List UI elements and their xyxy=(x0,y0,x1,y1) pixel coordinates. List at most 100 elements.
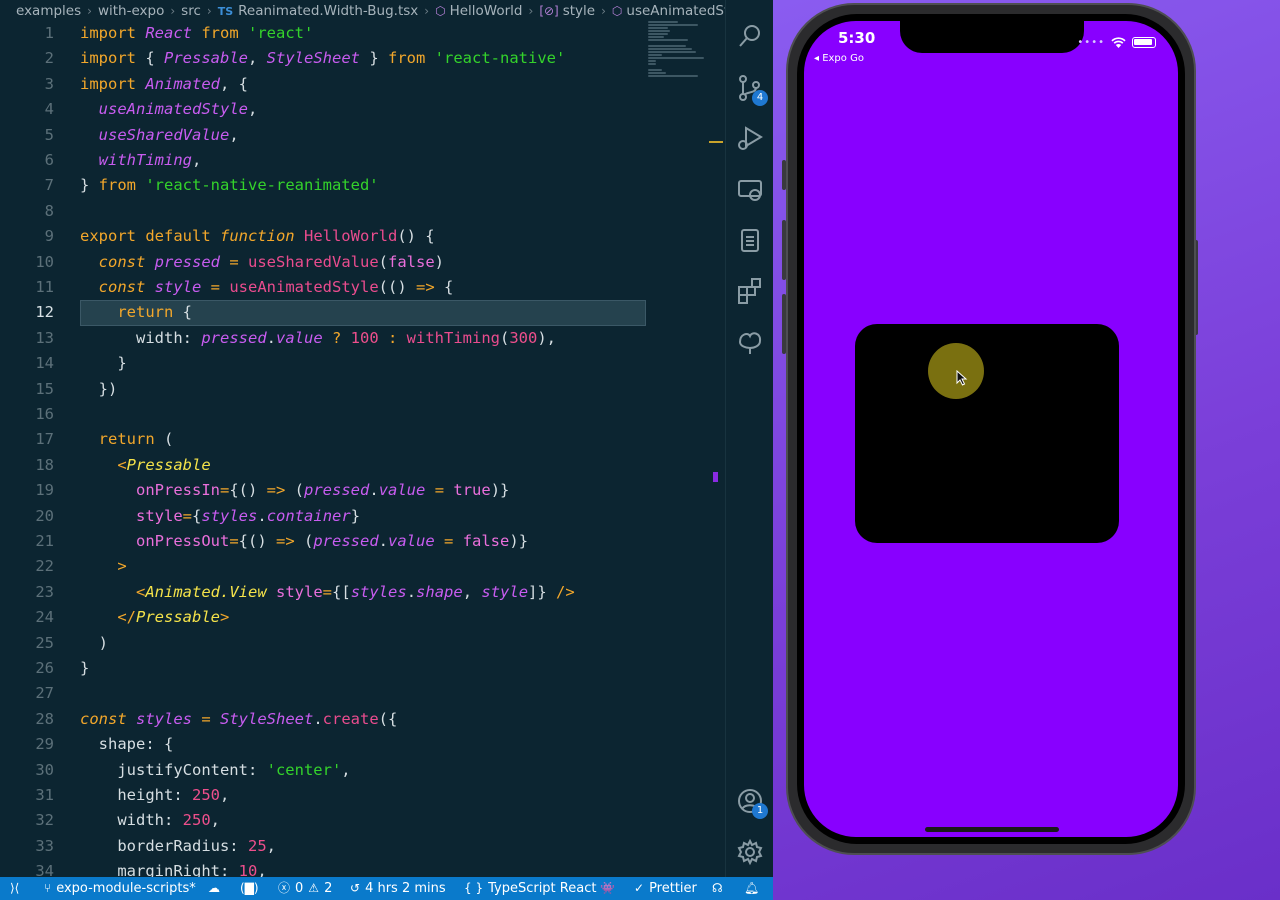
code-token: React xyxy=(145,24,202,42)
copilot-button[interactable]: 👾 xyxy=(600,877,615,900)
home-indicator[interactable] xyxy=(925,827,1059,832)
code-line[interactable]: 16 xyxy=(0,402,705,427)
code-line[interactable]: 27 xyxy=(0,681,705,706)
code-token: const xyxy=(98,252,155,271)
code-area[interactable]: 1 import React from 'react' 2 import { Pres… xyxy=(0,21,705,877)
code-line[interactable]: 22 > xyxy=(0,554,705,579)
code-line[interactable]: 23 <Animated.View style={[styles.shape, … xyxy=(0,580,705,605)
typescript-file-icon: TS xyxy=(217,5,234,18)
line-number: 10 xyxy=(35,252,54,271)
code-token: { xyxy=(192,506,202,525)
clipboard-icon[interactable] xyxy=(736,226,764,254)
gear-icon[interactable] xyxy=(736,838,764,866)
code-line[interactable]: 12 return { xyxy=(0,300,705,326)
run-debug-icon[interactable] xyxy=(736,124,764,152)
code-token: true xyxy=(453,481,491,500)
code-line[interactable]: 8 xyxy=(0,199,705,224)
code-editor[interactable]: examples › with-expo › src › TS Reanimated.Widt… xyxy=(0,0,773,877)
time-tracker[interactable]: ↺ 4 hrs 2 mins xyxy=(350,877,446,900)
docker-icon[interactable] xyxy=(736,328,764,356)
code-text: return ( xyxy=(80,427,174,452)
extensions-icon[interactable] xyxy=(736,277,764,305)
code-text: marginRight: 10, xyxy=(80,859,266,877)
breadcrumb-item-examples[interactable]: examples xyxy=(16,3,81,19)
source-control-icon[interactable]: 4 xyxy=(736,74,768,106)
code-line[interactable]: 5 useSharedValue, xyxy=(0,123,705,148)
code-line[interactable]: 7} from 'react-native-reanimated' xyxy=(0,173,705,198)
app-screen[interactable]: 5:30 ◂ Expo Go •••• xyxy=(804,21,1178,837)
code-line[interactable]: 29 shape: { xyxy=(0,732,705,757)
code-token: (() xyxy=(378,278,416,296)
braces-icon: { } xyxy=(464,881,484,895)
code-line[interactable]: 17 return ( xyxy=(0,427,705,452)
notifications-button[interactable]: 🔔︎ xyxy=(744,877,759,900)
remote-indicator[interactable]: ⟩⟨ xyxy=(10,877,19,900)
line-number: 28 xyxy=(35,709,54,728)
code-line[interactable]: 32 width: 250, xyxy=(0,808,705,833)
code-line[interactable]: 6 withTiming, xyxy=(0,148,705,173)
code-token: ? xyxy=(332,328,351,347)
code-line[interactable]: 19 onPressIn={() => (pressed.value = tru… xyxy=(0,478,705,503)
search-icon[interactable] xyxy=(736,22,764,50)
code-token: } xyxy=(80,659,90,677)
code-line[interactable]: 20 style={styles.container} xyxy=(0,504,705,529)
breadcrumb-symbol-helloworld[interactable]: HelloWorld xyxy=(450,3,523,19)
code-line[interactable]: 33 borderRadius: 25, xyxy=(0,834,705,859)
code-text: > xyxy=(80,554,126,579)
code-line[interactable]: 9 export default function HelloWorld() { xyxy=(0,224,705,249)
line-number: 26 xyxy=(35,659,54,677)
code-token: { xyxy=(182,303,192,322)
code-line[interactable]: 28 const styles = StyleSheet.create({ xyxy=(0,707,705,732)
account-icon[interactable]: 1 xyxy=(736,787,768,819)
code-line[interactable]: 11 const style = useAnimatedStyle(() => … xyxy=(0,275,705,300)
breadcrumb-symbol-style[interactable]: style xyxy=(563,3,595,19)
code-text: } from 'react-native-reanimated' xyxy=(80,173,379,198)
code-line[interactable]: 25 ) xyxy=(0,631,705,656)
code-token: => xyxy=(266,481,295,500)
breadcrumb-item-with-expo[interactable]: with-expo xyxy=(98,3,164,19)
code-token: = xyxy=(182,506,193,525)
code-line[interactable]: 1 import React from 'react' xyxy=(0,21,705,46)
code-line[interactable]: 13 width: pressed.value ? 100 : withTimi… xyxy=(0,326,705,351)
breadcrumb-item-src[interactable]: src xyxy=(181,3,201,19)
code-token: > xyxy=(220,608,230,627)
feedback-button[interactable]: ☊ xyxy=(712,877,723,900)
sync-button[interactable]: ☁ xyxy=(208,877,220,900)
code-line[interactable]: 15 }) xyxy=(0,377,705,402)
code-line[interactable]: 26} xyxy=(0,656,705,681)
remote-explorer-icon[interactable] xyxy=(736,176,764,204)
code-text: <Animated.View style={[styles.shape, sty… xyxy=(80,580,575,605)
branch-indicator[interactable]: ⑂ expo-module-scripts* xyxy=(44,877,196,900)
code-line[interactable]: 10 const pressed = useSharedValue(false) xyxy=(0,250,705,275)
back-to-expo-go[interactable]: ◂ Expo Go xyxy=(814,53,864,64)
code-line[interactable]: 31 height: 250, xyxy=(0,783,705,808)
minimap[interactable] xyxy=(648,20,710,110)
breadcrumb-file[interactable]: Reanimated.Width-Bug.tsx xyxy=(238,3,418,19)
touch-indicator xyxy=(928,343,984,399)
code-line[interactable]: 4 useAnimatedStyle, xyxy=(0,97,705,122)
code-line[interactable]: 3 import Animated, { xyxy=(0,72,705,97)
animated-shape[interactable] xyxy=(855,324,1119,543)
code-line[interactable]: 2 import { Pressable, StyleSheet } from '… xyxy=(0,46,705,71)
code-line[interactable]: 30 justifyContent: 'center', xyxy=(0,758,705,783)
code-line[interactable]: 21 onPressOut={() => (pressed.value = fa… xyxy=(0,529,705,554)
problems-indicator[interactable]: ⓧ 0 ⚠ 2 xyxy=(278,877,332,900)
code-line[interactable]: 24 </Pressable> xyxy=(0,605,705,630)
time-tracked: 4 hrs 2 mins xyxy=(365,881,446,896)
breadcrumb-symbol-useanimatedstyle[interactable]: useAnimatedStyle( xyxy=(626,3,725,19)
code-text: justifyContent: 'center', xyxy=(80,758,350,783)
code-line[interactable]: 34 marginRight: 10, xyxy=(0,859,705,877)
code-line[interactable]: 14 } xyxy=(0,351,705,376)
scrollbar-marker xyxy=(713,472,718,482)
code-line[interactable]: 18 <Pressable xyxy=(0,453,705,478)
code-token: onPressIn xyxy=(136,481,220,500)
prettier-indicator[interactable]: ✓ Prettier xyxy=(634,877,697,900)
line-number: 31 xyxy=(35,786,54,804)
code-token: ( xyxy=(164,430,174,449)
layout-button[interactable]: (▇) xyxy=(240,877,259,900)
status-icons: •••• xyxy=(1077,33,1156,52)
language-mode[interactable]: { } TypeScript React xyxy=(464,877,596,900)
code-text: style={styles.container} xyxy=(80,504,360,529)
